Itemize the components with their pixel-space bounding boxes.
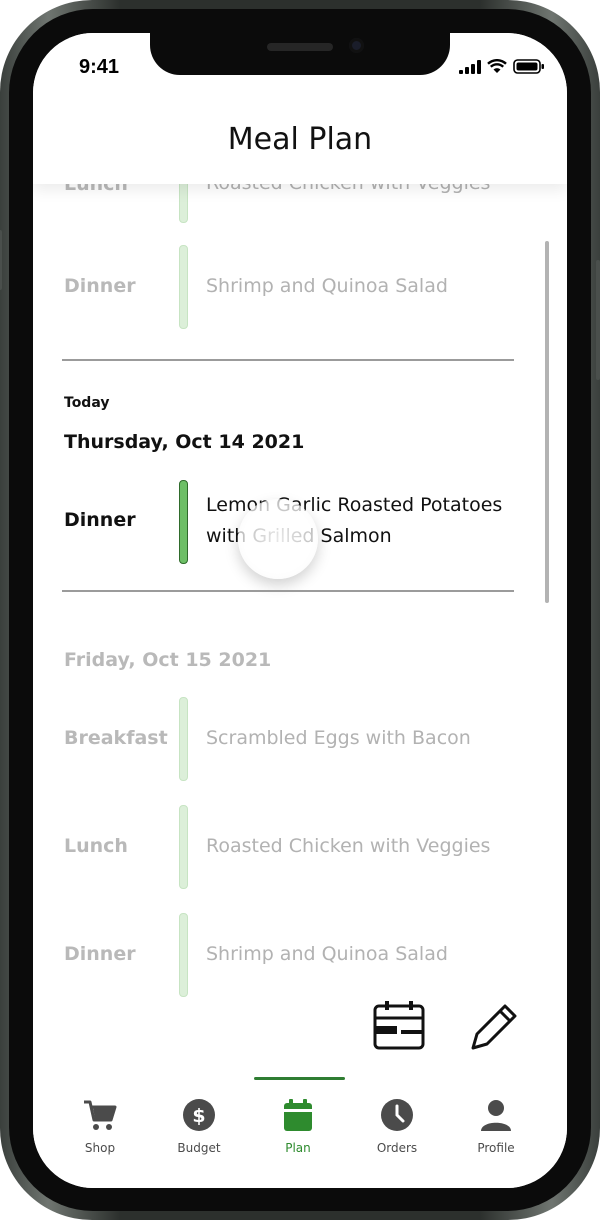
side-button	[0, 230, 2, 290]
meal-name: Roasted Chicken with Veggies	[206, 835, 491, 857]
meal-label: Dinner	[64, 509, 136, 531]
meal-plan-list[interactable]: Lunch Roasted Chicken with Veggies Dinne…	[33, 33, 567, 1188]
meal-label: Lunch	[64, 835, 128, 857]
side-button	[596, 260, 600, 380]
calendar-icon	[373, 1001, 425, 1050]
meal-indicator-bar	[179, 913, 188, 997]
today-label: Today	[64, 395, 110, 411]
page-title: Meal Plan	[227, 122, 373, 157]
tab-label: Profile	[477, 1141, 515, 1155]
meal-name: Shrimp and Quinoa Salad	[206, 943, 448, 965]
tab-bar: Shop $ Budget Plan Orders Profile	[33, 1073, 567, 1188]
clock-icon	[381, 1099, 413, 1131]
meal-indicator-bar	[179, 805, 188, 889]
meal-row[interactable]: Lunch Roasted Chicken with Veggies	[33, 805, 567, 891]
meal-indicator-bar	[179, 245, 188, 329]
meal-row[interactable]: Breakfast Scrambled Eggs with Bacon	[33, 697, 567, 783]
svg-text:$: $	[192, 1105, 205, 1127]
status-icons	[459, 59, 545, 74]
tab-label: Shop	[84, 1141, 116, 1155]
meal-label: Dinner	[64, 943, 136, 965]
cart-icon	[84, 1100, 117, 1130]
scrollbar[interactable]	[545, 241, 549, 603]
tab-profile[interactable]: Profile	[451, 1098, 541, 1155]
dollar-icon: $	[183, 1099, 215, 1131]
day-divider	[62, 590, 514, 592]
meal-row[interactable]: Dinner Shrimp and Quinoa Salad	[33, 913, 567, 999]
tab-plan[interactable]: Plan	[253, 1098, 343, 1155]
wifi-icon	[487, 59, 507, 73]
tab-shop[interactable]: Shop	[55, 1098, 145, 1155]
phone-frame: Lunch Roasted Chicken with Veggies Dinne…	[0, 0, 600, 1220]
tab-label: Plan	[285, 1141, 311, 1155]
day-divider	[62, 359, 514, 361]
tab-orders[interactable]: Orders	[352, 1098, 442, 1155]
meal-label: Dinner	[64, 275, 136, 297]
camera	[349, 38, 364, 53]
meal-row[interactable]: Dinner Shrimp and Quinoa Salad	[33, 245, 567, 331]
meal-indicator-bar	[179, 480, 188, 564]
touch-indicator	[238, 499, 318, 579]
screen: Lunch Roasted Chicken with Veggies Dinne…	[33, 33, 567, 1188]
calendar-button[interactable]	[371, 998, 427, 1054]
tab-label: Budget	[177, 1141, 221, 1155]
active-tab-indicator	[254, 1077, 345, 1080]
speaker	[267, 43, 333, 51]
signal-icon	[459, 59, 481, 74]
edit-button[interactable]	[467, 998, 523, 1054]
notch	[150, 33, 450, 75]
day-heading: Thursday, Oct 14 2021	[64, 431, 305, 453]
meal-name: Scrambled Eggs with Bacon	[206, 727, 471, 749]
meal-indicator-bar	[179, 697, 188, 781]
person-icon	[481, 1100, 511, 1131]
calendar-icon	[284, 1099, 312, 1131]
tab-label: Orders	[376, 1141, 418, 1155]
battery-icon	[513, 59, 544, 74]
pencil-icon	[471, 1004, 517, 1050]
meal-name: Shrimp and Quinoa Salad	[206, 275, 448, 297]
day-heading: Friday, Oct 15 2021	[64, 649, 272, 671]
status-time: 9:41	[79, 56, 120, 78]
tab-budget[interactable]: $ Budget	[154, 1098, 244, 1155]
meal-label: Breakfast	[64, 727, 168, 749]
